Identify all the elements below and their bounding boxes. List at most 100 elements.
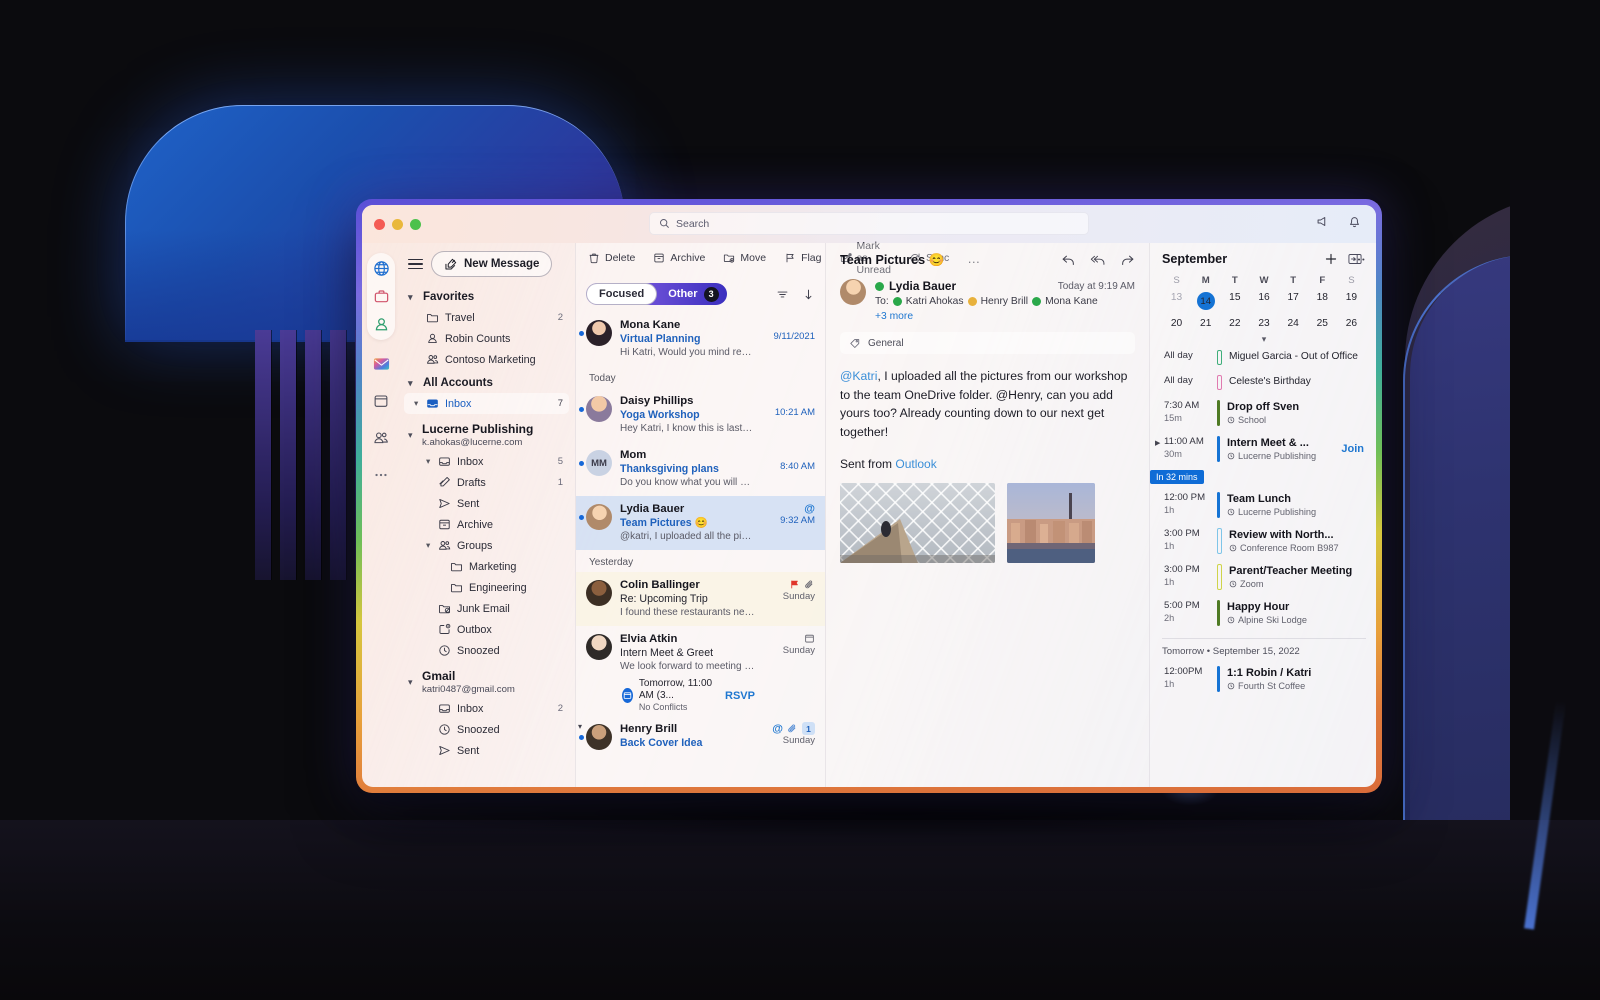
chevron-down-icon[interactable]: ▾ [414,398,418,409]
calendar-expand-button[interactable]: ▾ [1162,334,1366,345]
tab-focused[interactable]: Focused [586,283,658,305]
traffic-lights[interactable] [374,218,421,230]
tab-other[interactable]: Other 3 [657,286,726,302]
zoom-button[interactable] [410,218,421,230]
calendar-event[interactable]: All day Celeste's Birthday [1162,370,1366,395]
message-list-item[interactable]: ▾ Henry Brill Back Cover Idea @ 1 Sunday [576,716,825,757]
sidebar-item-groups[interactable]: ▾ Groups [404,535,569,556]
chevron-down-icon[interactable]: ▾ [426,456,430,467]
calendar-day[interactable]: 23 [1249,316,1278,331]
calendar-event-next[interactable]: ▶ 11:00 AM 30m Intern Meet & ... Lucerne… [1155,431,1366,467]
delete-button[interactable]: Delete [588,252,635,264]
calendar-event[interactable]: 3:00 PM 1h Parent/Teacher Meeting Zoom [1162,559,1366,595]
message-list-item[interactable]: Mona Kane Virtual Planning Hi Katri, Wou… [576,312,825,366]
calendar-day[interactable]: 20 [1162,316,1191,331]
flag-icon[interactable] [789,579,800,590]
message-list-item[interactable]: Daisy Phillips Yoga Workshop Hey Katri, … [576,388,825,442]
sidebar-item-contoso-marketing[interactable]: Contoso Marketing [404,349,569,370]
move-button[interactable]: Move [723,252,766,264]
new-message-button[interactable]: Favorites New Message [431,251,553,277]
archive-button[interactable]: Archive [653,252,705,264]
calendar-event[interactable]: All day Miguel Garcia - Out of Office [1162,345,1366,370]
account-gmail[interactable]: ▾ Gmail katri0487@gmail.com [404,661,569,695]
profile-switcher[interactable] [367,253,395,340]
chevron-down-icon[interactable]: ▾ [408,677,413,688]
people-app-icon[interactable] [372,428,391,447]
sidebar-item-outbox[interactable]: Outbox [404,619,569,640]
sidebar-item-robin-counts[interactable]: Robin Counts [404,328,569,349]
reply-icon[interactable] [1061,253,1076,267]
calendar-day[interactable]: 13 [1162,290,1191,312]
calendar-day[interactable]: 15 [1220,290,1249,312]
calendar-event[interactable]: 7:30 AM 15m Drop off Sven School [1162,395,1366,431]
forward-icon[interactable] [1120,253,1135,267]
message-list-item[interactable]: Elvia Atkin Intern Meet & Greet We look … [576,626,825,716]
sidebar-item-all-inbox[interactable]: ▾ Inbox 7 [404,393,569,414]
hamburger-menu-button[interactable] [408,258,423,270]
sidebar-item-gmail-inbox[interactable]: Inbox 2 [404,698,569,719]
person-icon[interactable] [372,315,391,334]
sidebar-item-lucerne-inbox[interactable]: ▾ Inbox 5 [404,451,569,472]
focused-other-toggle[interactable]: Focused Other 3 [586,283,727,305]
all-accounts-group-header[interactable]: ▾ All Accounts [404,373,569,393]
calendar-event[interactable]: 5:00 PM 2h Happy Hour Alpine Ski Lodge [1162,595,1366,631]
search-input[interactable]: Search [649,212,1089,235]
category-chip[interactable]: General [840,332,1135,354]
mail-app-icon[interactable] [372,354,391,373]
chevron-down-icon[interactable]: ▾ [426,540,430,551]
invite-card[interactable]: Tomorrow, 11:00 AM (3... No Conflicts RS… [620,678,755,713]
calendar-day[interactable]: 21 [1191,316,1220,331]
cityscape-photo[interactable] [1007,483,1095,563]
sidebar-item-engineering[interactable]: Engineering [404,577,569,598]
rsvp-button[interactable]: RSVP [725,690,755,702]
recipient[interactable]: Mona Kane [1045,296,1098,307]
sidebar-item-sent[interactable]: Sent [404,493,569,514]
calendar-day[interactable]: 16 [1249,290,1278,312]
panel-layout-icon[interactable] [1348,253,1362,265]
more-apps-icon[interactable] [372,465,391,484]
calendar-event[interactable]: 12:00 PM 1h Team Lunch Lucerne Publishin… [1162,487,1366,523]
mention-link[interactable]: @Katri [840,369,877,383]
sidebar-item-junk-email[interactable]: Junk Email [404,598,569,619]
reply-all-icon[interactable] [1090,253,1106,267]
calendar-day[interactable]: 24 [1279,316,1308,331]
calendar-day[interactable]: 19 [1337,290,1366,312]
join-meeting-button[interactable]: Join [1335,443,1364,455]
message-list-item[interactable]: Colin Ballinger Re: Upcoming Trip I foun… [576,572,825,626]
chevron-down-icon[interactable]: ▾ [408,430,413,441]
flag-button[interactable]: Flag [784,252,822,264]
sidebar-item-gmail-sent[interactable]: Sent [404,740,569,761]
calendar-day[interactable]: 22 [1220,316,1249,331]
sidebar-item-snoozed[interactable]: Snoozed [404,640,569,661]
calendar-day[interactable]: 25 [1308,316,1337,331]
sidebar-item-gmail-snoozed[interactable]: Snoozed [404,719,569,740]
calendar-event[interactable]: 3:00 PM 1h Review with North... Conferen… [1162,523,1366,559]
globe-icon[interactable] [372,259,391,278]
recipient[interactable]: Henry Brill [981,296,1029,307]
account-lucerne-publishing[interactable]: ▾ Lucerne Publishing k.ahokas@lucerne.co… [404,414,569,448]
outlook-link[interactable]: Outlook [895,457,936,471]
bell-icon[interactable] [1347,214,1362,229]
close-button[interactable] [374,218,385,230]
calendar-day[interactable]: 17 [1279,290,1308,312]
calendar-app-icon[interactable] [372,391,391,410]
sidebar-item-travel[interactable]: Travel 2 [404,307,569,328]
filter-icon[interactable] [776,288,789,301]
message-list-item[interactable]: MM Mom Thanksgiving plans Do you know wh… [576,442,825,496]
briefcase-icon[interactable] [372,287,391,306]
sidebar-item-marketing[interactable]: Marketing [404,556,569,577]
sort-descending-icon[interactable] [802,288,815,301]
sidebar-item-drafts[interactable]: Drafts 1 [404,472,569,493]
calendar-day-today[interactable]: 14 [1191,290,1220,312]
chevron-right-icon[interactable]: ▶ [1155,439,1160,447]
favorites-group-header[interactable]: ▾ Favorites [404,287,569,307]
workshop-architecture-photo[interactable] [840,483,995,563]
plus-icon[interactable] [1324,252,1338,266]
more-recipients-link[interactable]: +3 more [875,311,913,322]
chevron-down-icon[interactable]: ▾ [578,722,582,731]
recipient[interactable]: Katri Ahokas [906,296,964,307]
calendar-event[interactable]: 12:00PM 1h 1:1 Robin / Katri Fourth St C… [1162,661,1366,697]
message-list-item-selected[interactable]: Lydia Bauer Team Pictures 😊 @katri, I up… [576,496,825,550]
calendar-day[interactable]: 18 [1308,290,1337,312]
attachment-icon[interactable] [804,579,815,590]
